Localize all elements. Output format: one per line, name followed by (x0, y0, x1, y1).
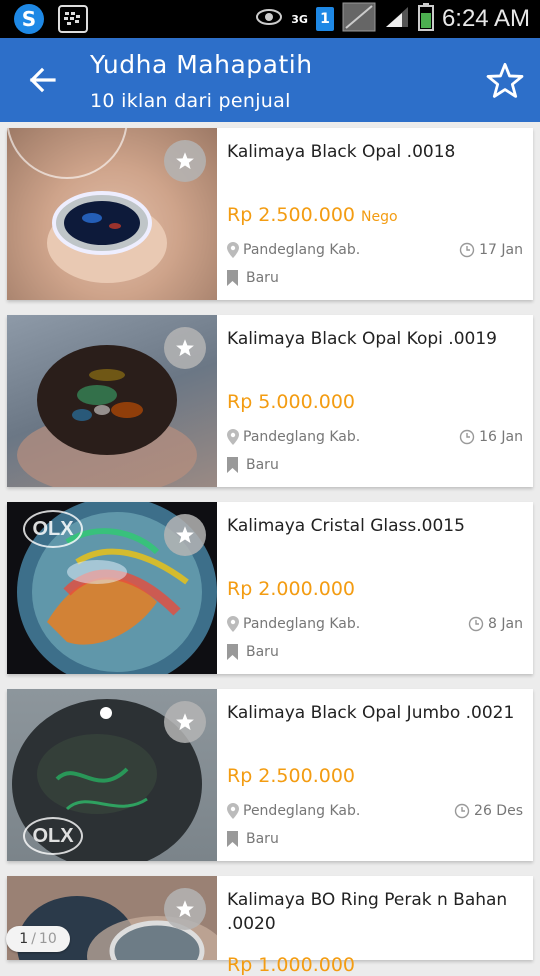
bookmark-icon (227, 831, 238, 847)
arrow-left-icon (29, 67, 56, 93)
bookmark-icon (227, 457, 238, 473)
listing-location: Pendeglang Kab. (227, 803, 360, 819)
star-icon (176, 152, 194, 170)
listing-date: 26 Des (454, 803, 523, 819)
star-icon (176, 900, 194, 918)
listing-price: Rp 2.000.000 (227, 578, 355, 600)
clock-icon (454, 803, 470, 819)
date-text: 8 Jan (488, 616, 523, 632)
favorite-ad-button[interactable] (164, 327, 206, 369)
skype-icon: S (14, 4, 44, 34)
listing-title: Kalimaya BO Ring Perak n Bahan .0020 (227, 890, 508, 934)
listing-photo: OLX (7, 689, 217, 861)
price-row: Rp 2.000.000 (227, 578, 355, 600)
clock: 6:24 AM (441, 5, 530, 32)
listing-location: Pandeglang Kab. (227, 616, 360, 632)
condition-text: Baru (246, 831, 279, 847)
total-pages: 10 (38, 931, 57, 947)
favorite-ad-button[interactable] (164, 701, 206, 743)
page-separator: / (31, 931, 36, 947)
listing-condition: Baru (227, 457, 279, 473)
price-row: Rp 5.000.000 (227, 391, 355, 413)
nego-label: Nego (361, 209, 398, 225)
favorite-seller-button[interactable] (484, 60, 526, 102)
location-pin-icon (227, 803, 239, 819)
no-signal-icon (342, 2, 376, 36)
olx-watermark: OLX (23, 817, 83, 855)
date-text: 26 Des (474, 803, 523, 819)
listing-photo: OLX (7, 502, 217, 674)
condition-text: Baru (246, 644, 279, 660)
listing-price: Rp 2.500.000 (227, 765, 355, 787)
condition-text: Baru (246, 270, 279, 286)
listing-price: Rp 1.000.000 (227, 954, 355, 976)
listing-date: 17 Jan (459, 242, 523, 258)
date-text: 16 Jan (479, 429, 523, 445)
clock-icon (468, 616, 484, 632)
page-indicator: 1 / 10 (6, 926, 70, 952)
location-text: Pendeglang Kab. (243, 803, 361, 819)
listing-date: 8 Jan (468, 616, 523, 632)
listing-location: Pandeglang Kab. (227, 242, 360, 258)
listing-title: Kalimaya Cristal Glass.0015 (227, 516, 465, 536)
status-bar: S 3G 1 6:24 AM (0, 0, 540, 38)
price-row: Rp 2.500.000 Nego (227, 204, 398, 226)
listing-photo (7, 128, 217, 300)
price-row: Rp 1.000.000 (227, 954, 355, 976)
location-text: Pandeglang Kab. (243, 616, 361, 632)
network-type: 3G (291, 12, 308, 26)
location-text: Pandeglang Kab. (243, 429, 361, 445)
location-pin-icon (227, 429, 239, 445)
location-pin-icon (227, 242, 239, 258)
listing-condition: Baru (227, 644, 279, 660)
current-page: 1 (19, 931, 29, 947)
listing-card[interactable]: OLX Kalimaya Black Opal Jumbo .0021 Rp 2… (7, 689, 533, 861)
listing-location: Pandeglang Kab. (227, 429, 360, 445)
seller-name: Yudha Mahapatih (90, 50, 313, 79)
listing-price: Rp 2.500.000 (227, 204, 355, 226)
favorite-ad-button[interactable] (164, 514, 206, 556)
listing-card[interactable]: Kalimaya Black Opal .0018 Rp 2.500.000 N… (7, 128, 533, 300)
star-icon (176, 526, 194, 544)
bbm-icon (58, 5, 88, 33)
favorite-ad-button[interactable] (164, 888, 206, 930)
location-text: Pandeglang Kab. (243, 242, 361, 258)
clock-icon (459, 242, 475, 258)
listing-condition: Baru (227, 831, 279, 847)
listing-title: Kalimaya Black Opal Jumbo .0021 (227, 703, 515, 723)
listing-card[interactable]: OLX Kalimaya Cristal Glass.0015 Rp 2.000… (7, 502, 533, 674)
price-row: Rp 2.500.000 (227, 765, 355, 787)
back-button[interactable] (24, 60, 60, 100)
date-text: 17 Jan (479, 242, 523, 258)
condition-text: Baru (246, 457, 279, 473)
listing-card[interactable]: Kalimaya Black Opal Kopi .0019 Rp 5.000.… (7, 315, 533, 487)
app-bar: Yudha Mahapatih 10 iklan dari penjual (0, 38, 540, 122)
location-pin-icon (227, 616, 239, 632)
listing-card[interactable]: Kalimaya BO Ring Perak n Bahan .0020 Rp … (7, 876, 533, 976)
sim-badge: 1 (315, 7, 334, 31)
star-icon (176, 713, 194, 731)
clock-icon (459, 429, 475, 445)
listing-title: Kalimaya Black Opal .0018 (227, 142, 456, 162)
listing-photo (7, 315, 217, 487)
listing-condition: Baru (227, 270, 279, 286)
listing-title: Kalimaya Black Opal Kopi .0019 (227, 329, 497, 349)
eye-icon (255, 8, 283, 30)
bookmark-icon (227, 644, 238, 660)
bookmark-icon (227, 270, 238, 286)
signal-icon (384, 5, 410, 33)
listing-date: 16 Jan (459, 429, 523, 445)
olx-watermark: OLX (23, 510, 83, 548)
ads-count: 10 iklan dari penjual (90, 90, 291, 112)
favorite-ad-button[interactable] (164, 140, 206, 182)
battery-icon (417, 3, 434, 35)
star-icon (176, 339, 194, 357)
listing-price: Rp 5.000.000 (227, 391, 355, 413)
star-outline-icon (486, 62, 524, 98)
